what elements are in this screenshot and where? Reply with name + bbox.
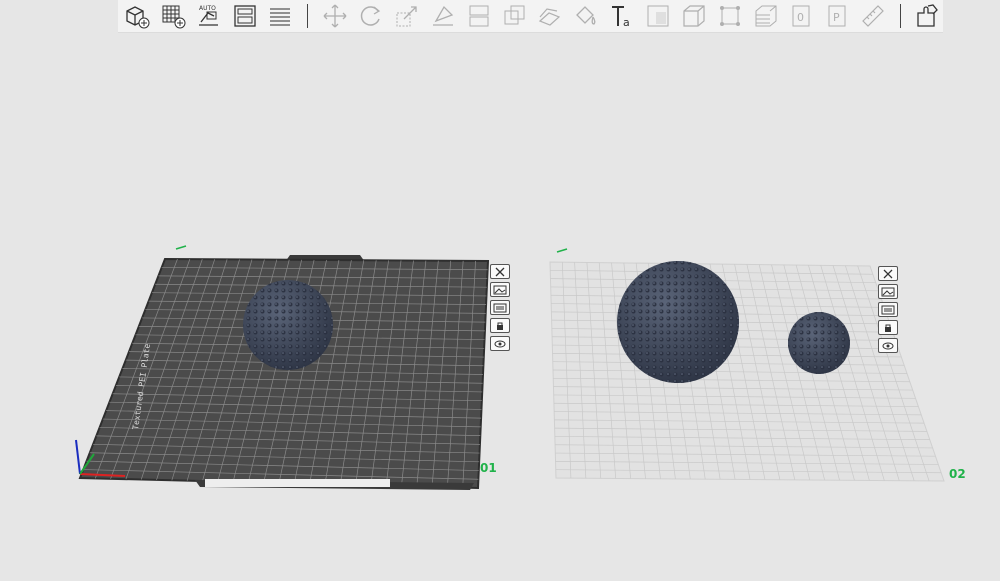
plate-thumbnail-button[interactable] xyxy=(878,284,898,299)
layout-icon xyxy=(881,305,895,314)
plate-label-strip xyxy=(205,479,390,487)
close-plate-button[interactable] xyxy=(878,266,898,281)
plate-thumbnail-button[interactable] xyxy=(490,282,510,297)
plate-1[interactable]: Textured PEI Plate 01 xyxy=(78,255,497,490)
plate-2-tools xyxy=(878,266,898,353)
sphere-texture xyxy=(243,280,333,370)
close-plate-button[interactable] xyxy=(490,264,510,279)
image-icon xyxy=(881,287,895,296)
plate-1-tools xyxy=(490,264,510,351)
sphere-texture xyxy=(788,312,850,374)
eye-icon xyxy=(882,342,894,349)
plate-2[interactable]: 02 xyxy=(549,261,966,482)
lock-plate-button[interactable] xyxy=(490,318,510,333)
lock-plate-button[interactable] xyxy=(878,320,898,335)
plate-2-marker xyxy=(556,248,568,253)
lock-icon xyxy=(885,324,891,332)
arrange-plate-button[interactable] xyxy=(490,300,510,315)
sphere-texture xyxy=(617,261,739,383)
plate-2-number: 02 xyxy=(949,467,966,481)
plate-settings-button[interactable] xyxy=(878,338,898,353)
plate-settings-button[interactable] xyxy=(490,336,510,351)
lock-icon xyxy=(497,322,503,330)
plate-1-marker xyxy=(175,245,187,250)
eye-icon xyxy=(494,340,506,347)
image-icon xyxy=(493,285,507,294)
layout-icon xyxy=(493,303,507,312)
plate-1-number: 01 xyxy=(480,461,497,475)
close-icon xyxy=(883,269,893,278)
arrange-plate-button[interactable] xyxy=(878,302,898,317)
close-icon xyxy=(495,267,505,276)
